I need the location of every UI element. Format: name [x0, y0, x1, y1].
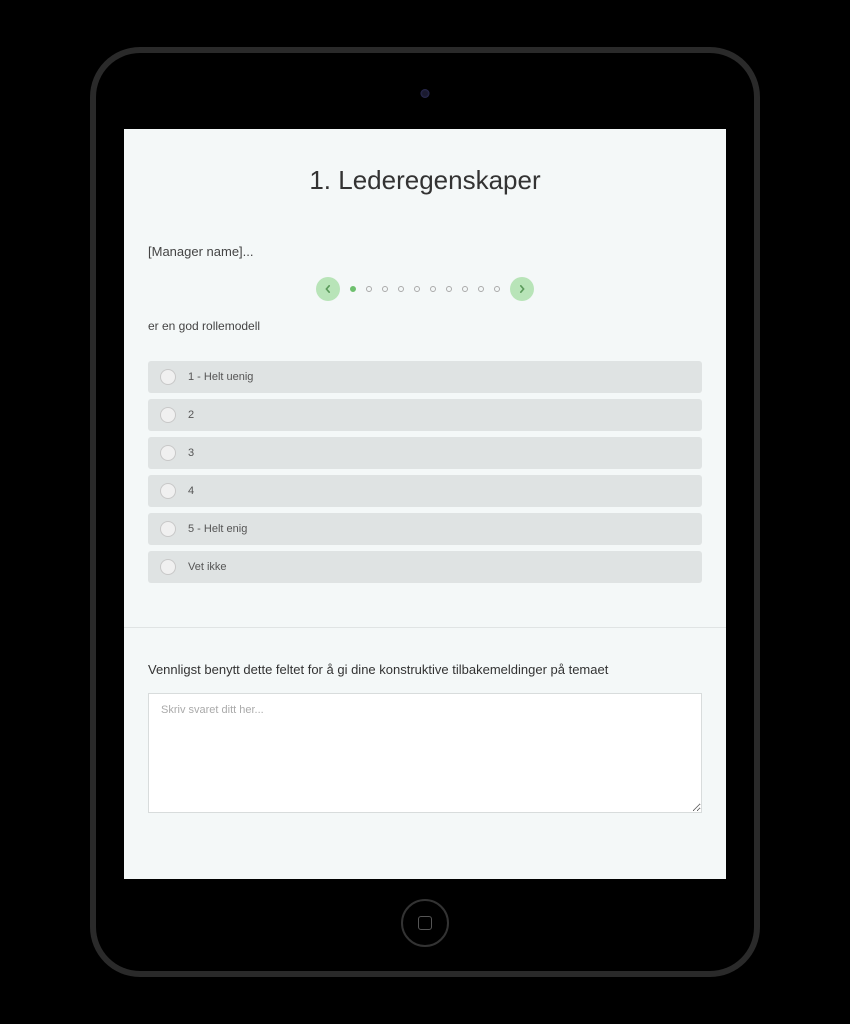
pager-dot[interactable]: [478, 286, 484, 292]
divider: [124, 627, 726, 628]
radio-icon: [160, 369, 176, 385]
radio-icon: [160, 521, 176, 537]
option-label: 5 - Helt enig: [188, 523, 247, 535]
pager-dot[interactable]: [494, 286, 500, 292]
manager-name-label: [Manager name]...: [148, 244, 702, 259]
option-label: 2: [188, 409, 194, 421]
pager-dot[interactable]: [366, 286, 372, 292]
camera-icon: [421, 89, 430, 98]
home-button-icon: [418, 916, 432, 930]
radio-icon: [160, 559, 176, 575]
feedback-textarea[interactable]: [148, 693, 702, 813]
option-row[interactable]: 3: [148, 437, 702, 469]
tablet-bezel: 1. Lederegenskaper [Manager name]... er …: [96, 53, 754, 971]
pager-prev-button[interactable]: [316, 277, 340, 301]
option-label: 1 - Helt uenig: [188, 371, 253, 383]
chevron-right-icon: [518, 285, 526, 293]
pager-dot[interactable]: [382, 286, 388, 292]
pager-dot[interactable]: [462, 286, 468, 292]
option-row[interactable]: Vet ikke: [148, 551, 702, 583]
question-text: er en god rollemodell: [148, 319, 702, 333]
page-title: 1. Lederegenskaper: [148, 165, 702, 196]
radio-icon: [160, 445, 176, 461]
feedback-prompt: Vennligst benytt dette feltet for å gi d…: [148, 662, 702, 677]
option-label: 4: [188, 485, 194, 497]
option-row[interactable]: 2: [148, 399, 702, 431]
tablet-frame: 1. Lederegenskaper [Manager name]... er …: [90, 47, 760, 977]
chevron-left-icon: [324, 285, 332, 293]
pager-dots: [350, 286, 500, 292]
pagination: [148, 277, 702, 301]
screen: 1. Lederegenskaper [Manager name]... er …: [124, 129, 726, 879]
pager-dot[interactable]: [398, 286, 404, 292]
pager-next-button[interactable]: [510, 277, 534, 301]
home-button[interactable]: [401, 899, 449, 947]
option-row[interactable]: 5 - Helt enig: [148, 513, 702, 545]
radio-icon: [160, 407, 176, 423]
pager-dot[interactable]: [350, 286, 356, 292]
survey-content: 1. Lederegenskaper [Manager name]... er …: [124, 129, 726, 838]
radio-icon: [160, 483, 176, 499]
pager-dot[interactable]: [446, 286, 452, 292]
pager-dot[interactable]: [414, 286, 420, 292]
option-row[interactable]: 1 - Helt uenig: [148, 361, 702, 393]
options-list: 1 - Helt uenig 2 3 4 5 - Helt enig Vet ikke: [148, 361, 702, 583]
option-label: Vet ikke: [188, 561, 227, 573]
option-row[interactable]: 4: [148, 475, 702, 507]
pager-dot[interactable]: [430, 286, 436, 292]
option-label: 3: [188, 447, 194, 459]
